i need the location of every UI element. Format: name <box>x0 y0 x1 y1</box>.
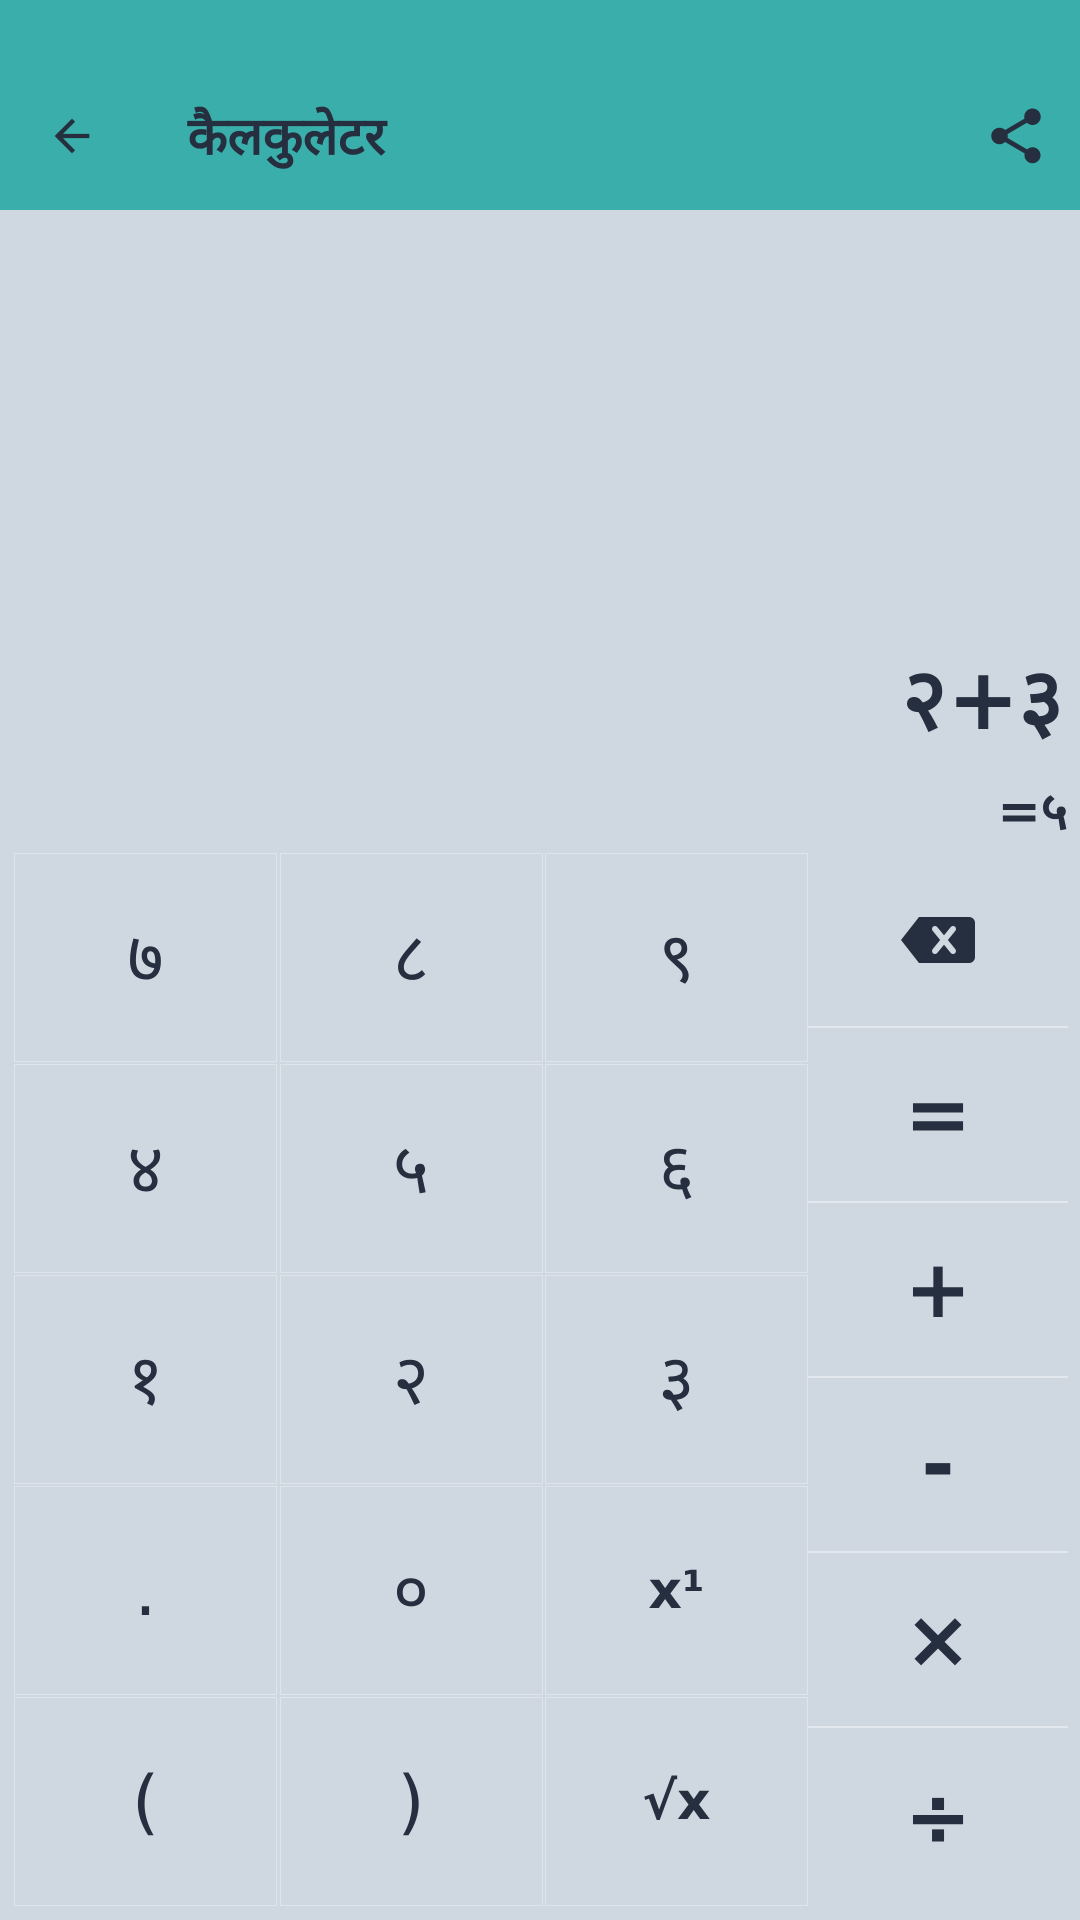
key-label: ) <box>397 1760 425 1843</box>
operator-column: = + - × ÷ <box>808 853 1068 1907</box>
key-power[interactable]: x¹ <box>545 1486 808 1695</box>
key-label: ० <box>392 1549 430 1632</box>
minus-button[interactable]: - <box>808 1378 1068 1553</box>
back-button[interactable] <box>30 100 114 172</box>
key-2[interactable]: २ <box>279 1275 543 1484</box>
result-text: =५ <box>997 782 1068 842</box>
key-label: २ <box>392 1338 430 1421</box>
share-button[interactable] <box>976 96 1056 176</box>
key-decimal[interactable]: . <box>14 1486 277 1695</box>
calculator-display: २+३ =५ <box>0 210 1080 853</box>
key-close-paren[interactable]: ) <box>279 1697 543 1906</box>
backspace-icon <box>901 916 975 963</box>
key-9[interactable]: ९ <box>545 853 808 1062</box>
key-label: ४ <box>127 1127 164 1210</box>
plus-button[interactable]: + <box>808 1203 1068 1378</box>
number-keypad: ७ ८ ९ ४ ५ ६ १ २ ३ . ० x¹ ( ) √x <box>14 853 808 1907</box>
key-5[interactable]: ५ <box>279 1064 543 1273</box>
arrow-left-icon <box>54 118 90 154</box>
divide-button[interactable]: ÷ <box>808 1728 1068 1907</box>
key-7[interactable]: ७ <box>14 853 277 1062</box>
key-0[interactable]: ० <box>279 1486 543 1695</box>
share-icon <box>991 108 1041 164</box>
key-label: ३ <box>658 1338 695 1421</box>
key-label: ८ <box>392 916 430 999</box>
key-label: ९ <box>658 916 695 999</box>
key-8[interactable]: ८ <box>279 853 543 1062</box>
key-4[interactable]: ४ <box>14 1064 277 1273</box>
key-label: १ <box>127 1338 164 1421</box>
key-label: ७ <box>127 916 164 999</box>
key-open-paren[interactable]: ( <box>14 1697 277 1906</box>
multiply-button[interactable]: × <box>808 1553 1068 1728</box>
app-bar: कैलकुलेटर <box>0 0 1080 210</box>
key-3[interactable]: ३ <box>545 1275 808 1484</box>
key-label: ५ <box>392 1127 430 1210</box>
equals-button[interactable]: = <box>808 1028 1068 1203</box>
key-1[interactable]: १ <box>14 1275 277 1484</box>
key-label: x¹ <box>648 1560 705 1621</box>
key-label: . <box>134 1549 157 1632</box>
backspace-button[interactable] <box>808 853 1068 1028</box>
page-title: कैलकुलेटर <box>188 107 386 167</box>
key-sqrt[interactable]: √x <box>545 1697 808 1906</box>
key-label: ६ <box>658 1127 695 1210</box>
expression-text: २+३ <box>902 650 1065 750</box>
key-label: ( <box>131 1760 160 1843</box>
key-6[interactable]: ६ <box>545 1064 808 1273</box>
key-label: √x <box>642 1771 711 1832</box>
